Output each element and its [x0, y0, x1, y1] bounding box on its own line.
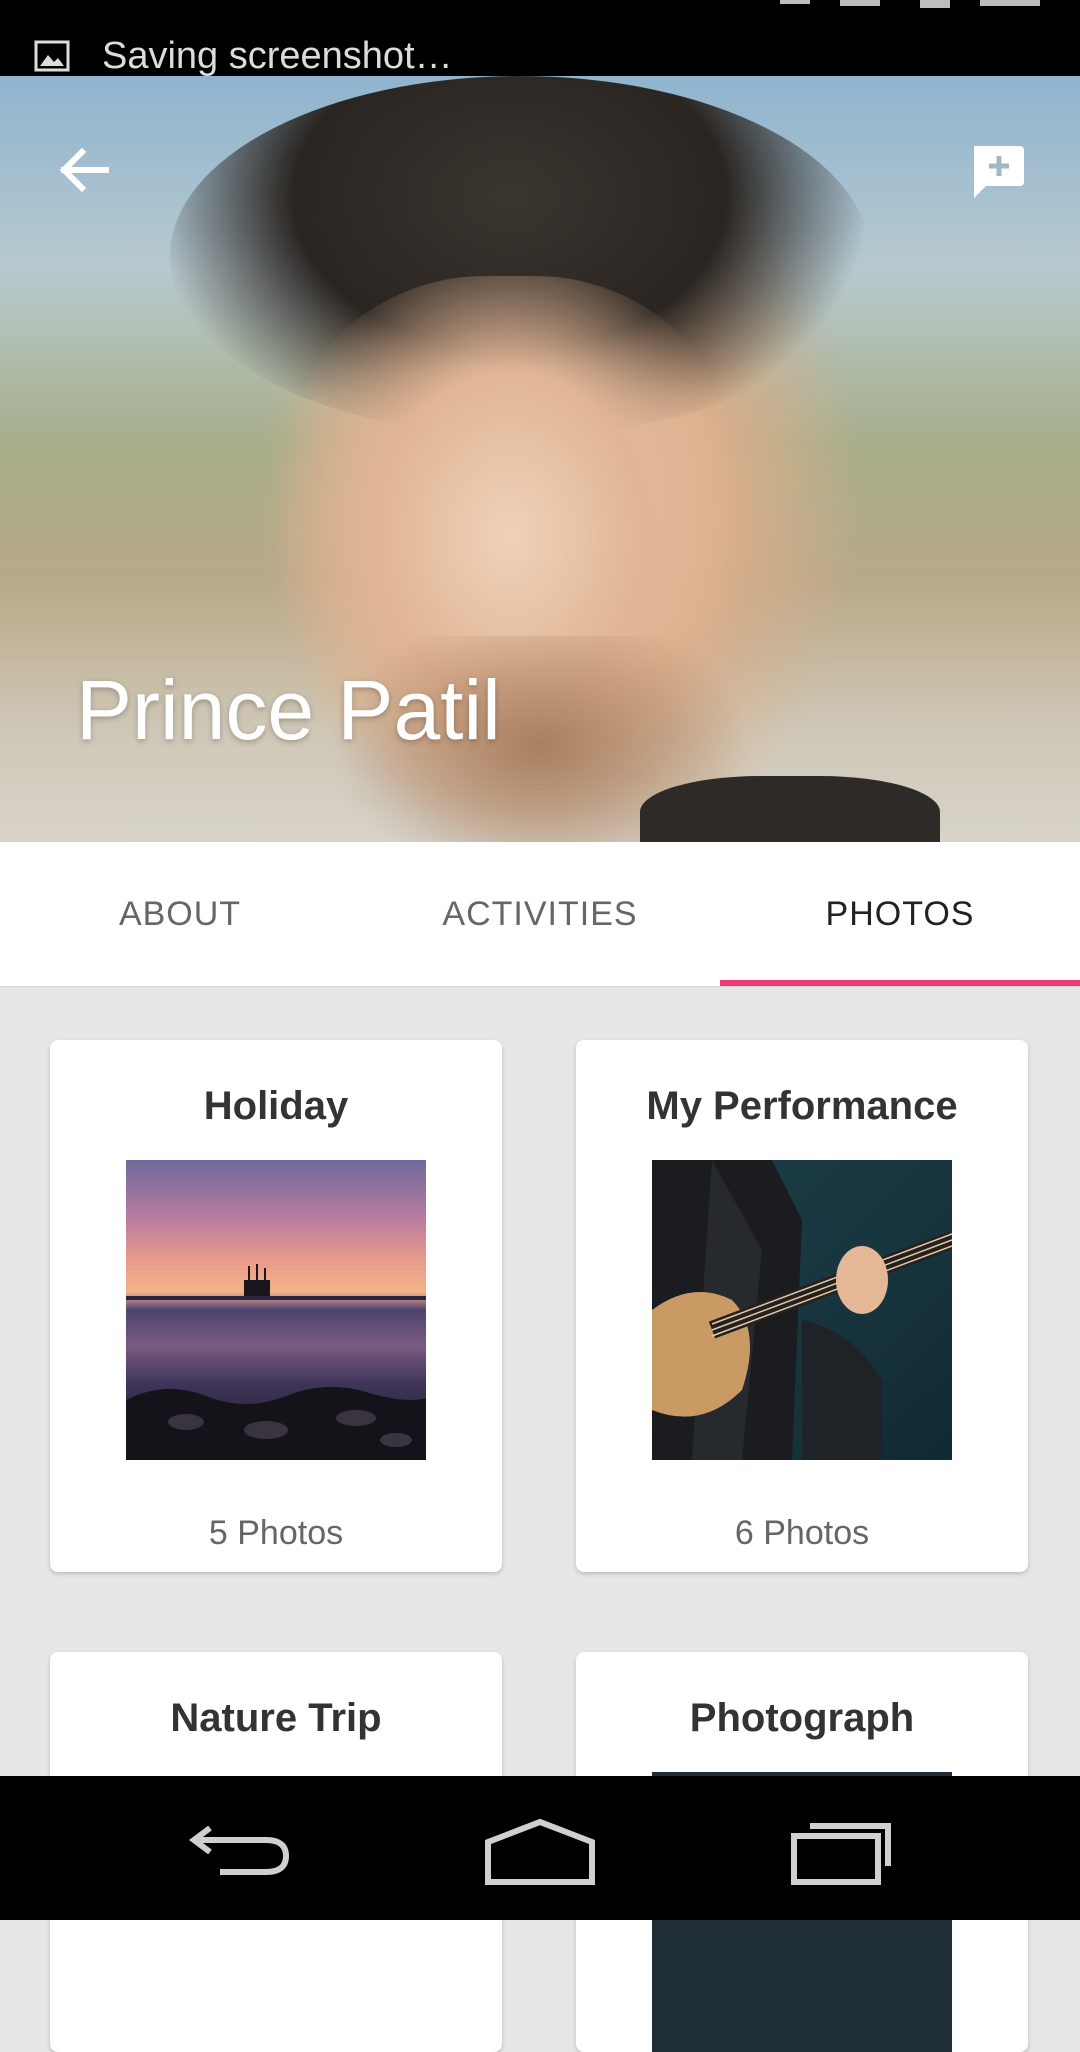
- status-bar: Saving screenshot…: [0, 0, 1080, 77]
- album-title: My Performance: [646, 1084, 958, 1128]
- arrow-left-icon[interactable]: [48, 134, 120, 206]
- nav-back-icon[interactable]: [180, 1806, 300, 1890]
- status-notification-text: Saving screenshot…: [102, 35, 453, 77]
- tab-about[interactable]: ABOUT: [0, 842, 360, 986]
- tab-indicator: [720, 980, 1080, 986]
- status-icons: [780, 0, 1040, 8]
- tab-activities[interactable]: ACTIVITIES: [360, 842, 720, 986]
- tab-bar: ABOUT ACTIVITIES PHOTOS: [0, 842, 1080, 987]
- sunset-ship-image: [126, 1264, 426, 1460]
- album-card-holiday[interactable]: Holiday 5 Photos: [50, 1040, 502, 1572]
- profile-header: Prince Patil: [0, 76, 1080, 842]
- album-thumbnail: [126, 1160, 426, 1460]
- hero-photo-shirt: [640, 776, 940, 842]
- album-photo-count: 6 Photos: [734, 1514, 870, 1552]
- nav-recents-icon[interactable]: [780, 1806, 900, 1890]
- chat-add-icon[interactable]: [962, 136, 1032, 206]
- album-title: Holiday: [203, 1084, 349, 1128]
- navigation-bar: [0, 1776, 1080, 1920]
- album-thumbnail: [652, 1160, 952, 1460]
- album-photo-count: 5 Photos: [208, 1514, 344, 1552]
- album-title: Photograph: [689, 1696, 915, 1740]
- image-icon: [34, 40, 70, 72]
- nav-home-icon[interactable]: [480, 1806, 600, 1890]
- album-title: Nature Trip: [170, 1696, 382, 1740]
- profile-name: Prince Patil: [76, 663, 501, 757]
- guitar-player-image: [652, 1160, 952, 1460]
- tab-photos[interactable]: PHOTOS: [720, 842, 1080, 986]
- album-card-my-performance[interactable]: My Performance 6 Photos: [576, 1040, 1028, 1572]
